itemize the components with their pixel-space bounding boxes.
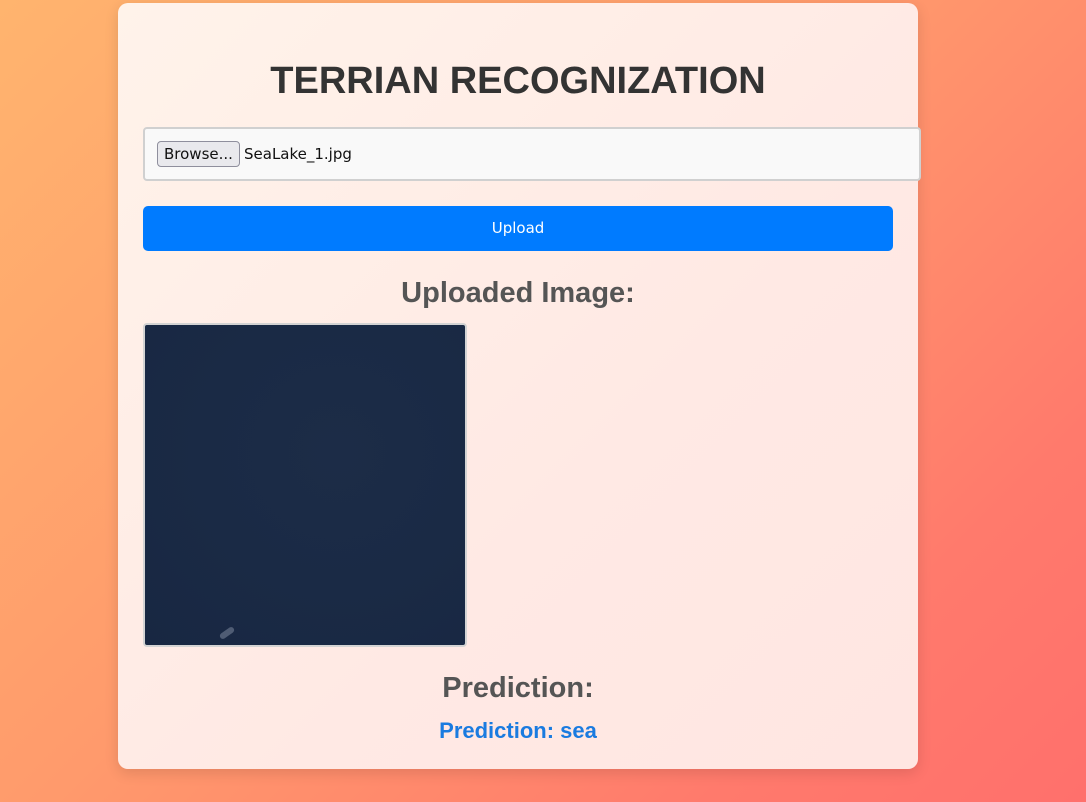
browse-button[interactable]: Browse... <box>157 141 240 167</box>
image-streak <box>218 625 236 641</box>
main-card: TERRIAN RECOGNIZATION Browse... SeaLake_… <box>118 3 921 769</box>
file-input[interactable]: Browse... SeaLake_1.jpg <box>143 127 921 181</box>
uploaded-image <box>143 323 467 647</box>
selected-file-name: SeaLake_1.jpg <box>244 145 352 163</box>
upload-button[interactable]: Upload <box>143 206 893 251</box>
prediction-result: Prediction: sea <box>439 718 597 743</box>
prediction-heading: Prediction: <box>442 672 594 704</box>
page-title: TERRIAN RECOGNIZATION <box>270 60 766 102</box>
uploaded-image-heading: Uploaded Image: <box>401 277 635 309</box>
